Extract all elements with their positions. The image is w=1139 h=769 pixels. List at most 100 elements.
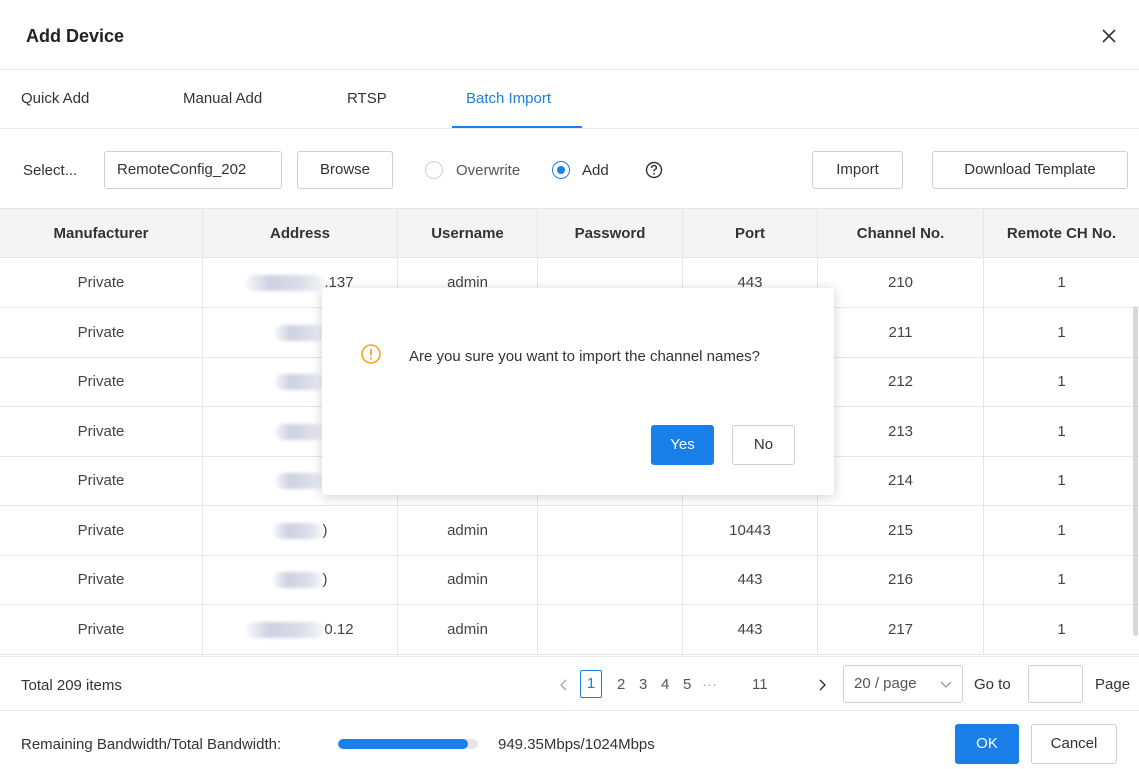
table-row[interactable]: Private) admin 443 216 1 bbox=[0, 555, 1139, 605]
cell-remote-ch-no: 1 bbox=[1057, 472, 1066, 489]
redacted-address bbox=[272, 522, 323, 539]
active-tab-indicator bbox=[452, 126, 582, 128]
page-1[interactable]: 1 bbox=[580, 670, 602, 698]
page-4[interactable]: 4 bbox=[661, 676, 669, 693]
redacted-address bbox=[275, 374, 325, 391]
import-button[interactable]: Import bbox=[812, 151, 903, 189]
page-5[interactable]: 5 bbox=[683, 676, 691, 693]
column-header-password: Password bbox=[538, 209, 683, 259]
cell-address: ) bbox=[203, 505, 398, 555]
goto-page-input[interactable] bbox=[1028, 665, 1083, 703]
chevron-down-icon bbox=[940, 681, 952, 688]
redacted-address bbox=[275, 324, 325, 341]
address-suffix: 0.12 bbox=[324, 620, 354, 638]
bandwidth-value: 949.35Mbps/1024Mbps bbox=[498, 736, 655, 753]
page-ellipsis[interactable]: ··· bbox=[702, 676, 717, 693]
redacted-address bbox=[246, 621, 325, 638]
redacted-address bbox=[246, 275, 325, 292]
cell-address: ) bbox=[203, 555, 398, 604]
cell-manufacturer: Private bbox=[0, 604, 203, 654]
total-items: Total 209 items bbox=[21, 677, 122, 694]
page-3[interactable]: 3 bbox=[639, 676, 647, 693]
yes-button[interactable]: Yes bbox=[651, 425, 714, 465]
tab-rtsp[interactable]: RTSP bbox=[347, 90, 387, 107]
cell-remote-ch-no: 1 bbox=[1057, 323, 1066, 341]
goto-label: Go to bbox=[974, 676, 1011, 693]
cell-channel-no: 211 bbox=[818, 307, 984, 357]
cell-manufacturer: Private bbox=[0, 555, 203, 604]
cell-password bbox=[538, 555, 683, 604]
cell-manufacturer: Private bbox=[0, 357, 203, 406]
add-radio[interactable] bbox=[552, 161, 570, 179]
redacted-address bbox=[275, 473, 325, 490]
cell-password bbox=[538, 604, 683, 654]
overwrite-label: Overwrite bbox=[456, 162, 521, 179]
cell-remote-ch-no: 1 bbox=[1057, 571, 1066, 588]
file-path-input[interactable]: RemoteConfig_202 bbox=[104, 151, 282, 189]
column-header-address: Address bbox=[203, 209, 398, 259]
redacted-address bbox=[272, 572, 323, 589]
column-header-username: Username bbox=[398, 209, 538, 259]
cell-remote-ch-no: 1 bbox=[1057, 274, 1066, 291]
cell-manufacturer: Private bbox=[0, 307, 203, 357]
cell-username: admin bbox=[398, 555, 538, 604]
cell-remote-ch-no: 1 bbox=[1057, 422, 1066, 440]
no-button[interactable]: No bbox=[732, 425, 795, 465]
column-header-port: Port bbox=[683, 209, 818, 259]
address-suffix: ) bbox=[322, 571, 328, 588]
table-row[interactable]: Private) admin 10443 215 1 bbox=[0, 505, 1139, 556]
chevron-left-icon[interactable] bbox=[558, 678, 570, 692]
browse-button[interactable]: Browse bbox=[297, 151, 393, 189]
tab-manual-add[interactable]: Manual Add bbox=[183, 90, 262, 107]
page-size-value: 20 / page bbox=[854, 675, 917, 692]
address-suffix: ) bbox=[322, 521, 328, 539]
dialog-footer: Remaining Bandwidth/Total Bandwidth: 949… bbox=[0, 710, 1139, 769]
cancel-button[interactable]: Cancel bbox=[1031, 724, 1117, 764]
column-header-remote-ch-no: Remote CH No. bbox=[1006, 225, 1117, 242]
cell-channel-no: 217 bbox=[818, 604, 984, 654]
cell-manufacturer: Private bbox=[0, 258, 203, 307]
bandwidth-bar-fill bbox=[338, 739, 468, 749]
cell-username: admin bbox=[398, 505, 538, 555]
cell-port: 443 bbox=[683, 604, 818, 654]
confirm-message: Are you sure you want to import the chan… bbox=[409, 348, 761, 365]
bandwidth-bar bbox=[338, 739, 478, 749]
ok-button[interactable]: OK bbox=[955, 724, 1019, 764]
table-row[interactable]: Private 0.12 admin 443 217 1 bbox=[0, 604, 1139, 655]
cell-channel-no: 216 bbox=[818, 555, 984, 604]
cell-manufacturer: Private bbox=[0, 406, 203, 456]
column-header-channel-no: Channel No. bbox=[818, 209, 984, 259]
cell-port: 443 bbox=[683, 555, 818, 604]
bandwidth-label: Remaining Bandwidth/Total Bandwidth: bbox=[21, 736, 282, 753]
cell-channel-no: 213 bbox=[818, 406, 984, 456]
cell-address: 0.12 bbox=[203, 604, 398, 654]
page-2[interactable]: 2 bbox=[617, 676, 625, 693]
cell-username: admin bbox=[398, 604, 538, 654]
cell-channel-no: 214 bbox=[818, 456, 984, 505]
page-label: Page bbox=[1095, 676, 1131, 693]
import-toolbar: Select... RemoteConfig_202 Browse Overwr… bbox=[0, 130, 1139, 208]
import-confirm-popover: Are you sure you want to import the chan… bbox=[322, 288, 834, 495]
cell-remote-ch-no: 1 bbox=[1057, 521, 1066, 539]
download-template-button[interactable]: Download Template bbox=[932, 151, 1128, 189]
select-file-label: Select... bbox=[23, 162, 78, 179]
dialog-title: Add Device bbox=[26, 26, 125, 46]
table-scrollbar[interactable] bbox=[1133, 306, 1138, 636]
tab-batch-import[interactable]: Batch Import bbox=[466, 90, 551, 107]
chevron-right-icon[interactable] bbox=[816, 678, 828, 692]
cell-manufacturer: Private bbox=[0, 505, 203, 555]
dialog-header: Add Device bbox=[0, 0, 1139, 70]
column-header-manufacturer: Manufacturer bbox=[0, 209, 203, 259]
cell-remote-ch-no: 1 bbox=[1057, 620, 1066, 638]
tab-quick-add[interactable]: Quick Add bbox=[21, 90, 89, 107]
overwrite-radio[interactable] bbox=[425, 161, 443, 179]
question-circle-icon[interactable] bbox=[644, 160, 664, 180]
cell-remote-ch-no: 1 bbox=[1057, 373, 1066, 390]
close-icon[interactable] bbox=[1099, 26, 1119, 46]
cell-channel-no: 215 bbox=[818, 505, 984, 555]
page-size-select[interactable]: 20 / page bbox=[843, 665, 963, 703]
page-last[interactable]: 11 bbox=[752, 676, 768, 693]
pagination-bar: Total 209 items 1 2 3 4 5 ··· 11 20 / pa… bbox=[0, 656, 1139, 709]
cell-channel-no: 212 bbox=[818, 357, 984, 406]
add-device-dialog: Add Device Quick Add Manual Add RTSP Bat… bbox=[0, 0, 1139, 769]
